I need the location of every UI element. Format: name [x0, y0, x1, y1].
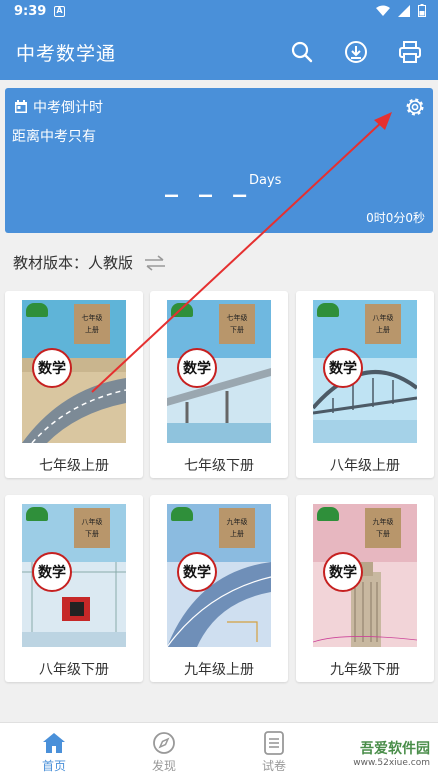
- battery-icon: [418, 4, 426, 17]
- book-card[interactable]: 八年级 下册 数学 八年级下册: [5, 495, 143, 682]
- watermark: 吾爱软件园 www.52xiue.com: [353, 738, 430, 768]
- publisher-logo: [171, 507, 193, 521]
- book-card[interactable]: 七年级 下册 数学 七年级下册: [150, 291, 288, 478]
- cover-grade-label: 九年级 上册: [219, 508, 255, 548]
- cover-grade-label: 八年级 下册: [74, 508, 110, 548]
- cover-grade-label: 七年级 上册: [74, 304, 110, 344]
- calendar-icon: [15, 100, 27, 113]
- cover-grade-label: 八年级 上册: [365, 304, 401, 344]
- book-label: 九年级上册: [184, 662, 254, 678]
- publisher-logo: [26, 507, 48, 521]
- nav-discover[interactable]: 发现: [134, 729, 194, 774]
- book-cover: 九年级 上册 数学: [167, 504, 271, 647]
- countdown-timer: 0时0分0秒: [366, 211, 425, 225]
- publisher-logo: [171, 303, 193, 317]
- book-label: 七年级下册: [184, 458, 254, 474]
- countdown-days-unit: Days: [249, 173, 282, 188]
- book-cover: 八年级 下册 数学: [22, 504, 126, 647]
- notification-icon: A: [54, 6, 65, 17]
- book-label: 八年级上册: [330, 458, 400, 474]
- book-cover: 九年级 下册 数学: [313, 504, 417, 647]
- book-label: 七年级上册: [39, 458, 109, 474]
- cover-title: 数学: [177, 552, 217, 592]
- print-button[interactable]: [395, 37, 425, 67]
- wifi-icon: [376, 5, 390, 16]
- swap-icon[interactable]: [143, 253, 167, 273]
- book-card[interactable]: 八年级 上册 数学 八年级上册: [296, 291, 434, 478]
- countdown-subtitle: 距离中考只有: [12, 129, 96, 145]
- cover-title: 数学: [32, 552, 72, 592]
- download-button[interactable]: [341, 37, 371, 67]
- home-icon: [43, 733, 65, 753]
- book-label: 九年级下册: [330, 662, 400, 678]
- watermark-text: 吾爱软件园: [360, 741, 430, 757]
- book-card[interactable]: 九年级 下册 数学 九年级下册: [296, 495, 434, 682]
- download-icon: [345, 41, 367, 63]
- nav-home[interactable]: 首页: [24, 729, 84, 774]
- status-time: 9:39: [14, 4, 47, 19]
- status-bar: 9:39 A: [0, 0, 438, 24]
- app-bar: 中考数学通: [0, 24, 438, 80]
- book-card[interactable]: 七年级 上册 数学 七年级上册: [5, 291, 143, 478]
- book-label: 八年级下册: [39, 662, 109, 678]
- compass-icon: [153, 732, 175, 754]
- nav-discover-label: 发现: [151, 759, 176, 773]
- book-cover: 八年级 上册 数学: [313, 300, 417, 443]
- search-icon: [291, 41, 313, 63]
- countdown-card: 中考倒计时 距离中考只有 _ _ _ Days 0时0分0秒: [5, 88, 433, 233]
- publisher-logo: [26, 303, 48, 317]
- paper-icon: [264, 731, 284, 755]
- search-button[interactable]: [287, 37, 317, 67]
- book-cover: 七年级 上册 数学: [22, 300, 126, 443]
- app-title: 中考数学通: [16, 43, 117, 65]
- cover-title: 数学: [323, 552, 363, 592]
- version-label: 教材版本：: [13, 254, 89, 272]
- nav-papers-label: 试卷: [261, 759, 286, 773]
- watermark-url: www.52xiue.com: [353, 758, 430, 768]
- settings-gear-icon[interactable]: [403, 95, 427, 119]
- version-value: 人教版: [88, 254, 134, 272]
- publisher-logo: [317, 507, 339, 521]
- status-icons: [376, 4, 426, 17]
- nav-papers[interactable]: 试卷: [244, 729, 304, 774]
- textbook-version[interactable]: 教材版本： 人教版: [13, 252, 167, 273]
- nav-home-label: 首页: [41, 759, 66, 773]
- cover-grade-label: 七年级 下册: [219, 304, 255, 344]
- book-cover: 七年级 下册 数学: [167, 300, 271, 443]
- countdown-title: 中考倒计时: [33, 100, 103, 116]
- cover-title: 数学: [177, 348, 217, 388]
- signal-icon: [398, 4, 410, 17]
- cover-grade-label: 九年级 下册: [365, 508, 401, 548]
- print-icon: [399, 41, 421, 63]
- countdown-days-value: _ _ _: [165, 168, 253, 198]
- book-card[interactable]: 九年级 上册 数学 九年级上册: [150, 495, 288, 682]
- publisher-logo: [317, 303, 339, 317]
- cover-title: 数学: [32, 348, 72, 388]
- cover-title: 数学: [323, 348, 363, 388]
